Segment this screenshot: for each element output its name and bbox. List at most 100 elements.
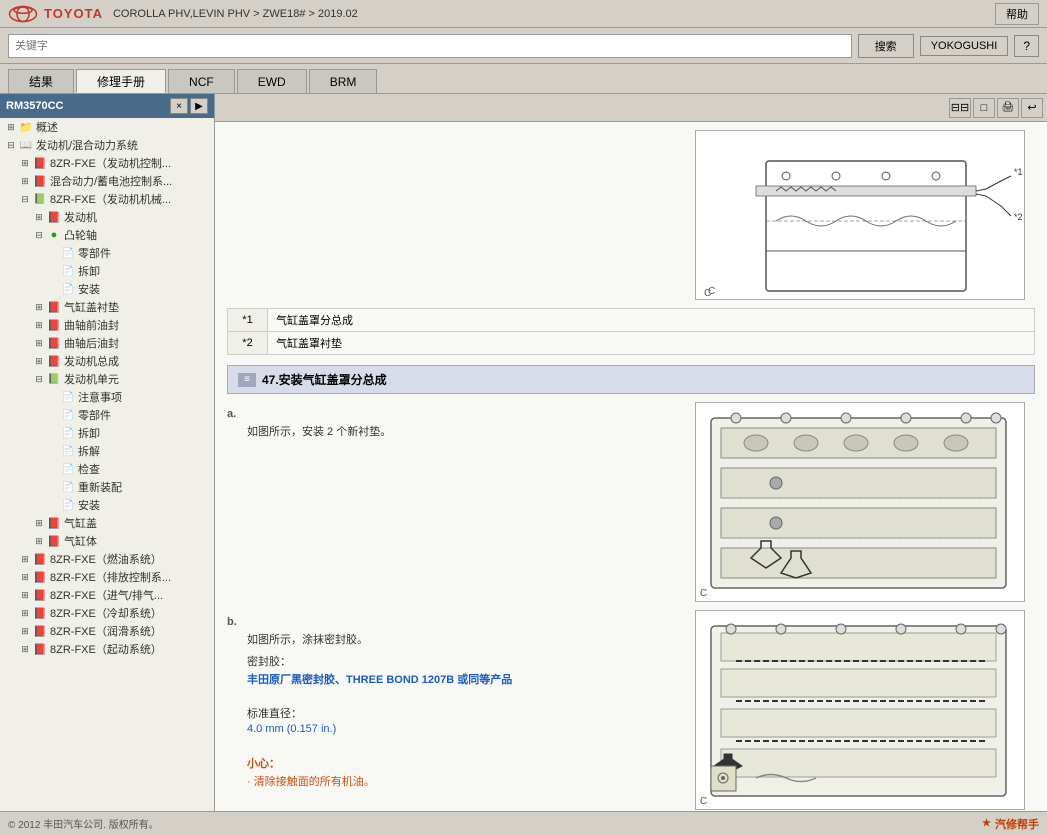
expand-icon: ⊞	[18, 642, 32, 656]
tree-label: 拆解	[78, 443, 100, 459]
tree-label: 8ZR-FXE（润滑系统）	[50, 623, 162, 639]
red-book-icon: 📕	[32, 642, 48, 656]
tree-item-reassemble[interactable]: 📄 重新装配	[0, 478, 214, 496]
tree-label: 气缸盖	[64, 515, 97, 531]
tree-item-engine-system[interactable]: ⊟ 📖 发动机/混合动力系统	[0, 136, 214, 154]
footer-logo: ★	[982, 818, 991, 829]
step-a-text: a. 如图所示，安装 2 个新衬垫。	[227, 402, 685, 602]
tree-item-starting[interactable]: ⊞ 📕 8ZR-FXE（起动系统）	[0, 640, 214, 658]
search-input[interactable]	[8, 34, 852, 58]
tree-item-cooling[interactable]: ⊞ 📕 8ZR-FXE（冷却系统）	[0, 604, 214, 622]
toyota-logo: TOYOTA	[8, 4, 103, 24]
tree-label: 发动机/混合动力系统	[36, 137, 138, 153]
section-icon: ≡	[238, 373, 256, 387]
doc-icon: 📄	[60, 282, 76, 296]
tree-item-front-seal[interactable]: ⊞ 📕 曲轴前油封	[0, 316, 214, 334]
tree-item-installation[interactable]: 📄 安装	[0, 280, 214, 298]
diagram-c2-label: C	[700, 588, 707, 599]
caution-text: · 清除接触面的所有机油。	[247, 773, 685, 789]
cross-section-diagram: *1 *2	[695, 130, 1025, 300]
doc-icon: 📄	[60, 462, 76, 476]
tree-item-fuel[interactable]: ⊞ 📕 8ZR-FXE（燃油系统）	[0, 550, 214, 568]
tree-item-engine[interactable]: ⊞ 📕 发动机	[0, 208, 214, 226]
single-view-button[interactable]: □	[973, 98, 995, 118]
doc-icon: 📄	[60, 408, 76, 422]
expand-icon	[46, 498, 60, 512]
content-scroll[interactable]: *1 *2	[215, 122, 1047, 811]
tab-results[interactable]: 结果	[8, 69, 74, 93]
red-book-icon: 📕	[32, 552, 48, 566]
expand-icon: ⊟	[4, 138, 18, 152]
tab-ncf[interactable]: NCF	[168, 69, 235, 93]
tree-item-hybrid-battery[interactable]: ⊞ 📕 混合动力/蓄电池控制系...	[0, 172, 214, 190]
question-button[interactable]: ?	[1014, 35, 1039, 57]
tree-item-removal[interactable]: 📄 拆卸	[0, 424, 214, 442]
tree-item-inspect[interactable]: 📄 检查	[0, 460, 214, 478]
sealant-value: 丰田原厂黑密封胶、THREE BOND 1207B 或同等产品	[247, 671, 685, 687]
expand-icon: ⊞	[32, 354, 46, 368]
tree-label: 零部件	[78, 407, 111, 423]
tree-label: 凸轮轴	[64, 227, 97, 243]
expand-icon: ⊞	[32, 336, 46, 350]
expand-icon	[46, 390, 60, 404]
sidebar-close-button[interactable]: ×	[170, 98, 188, 114]
book-icon: 📗	[46, 372, 62, 386]
tree-item-parts2[interactable]: 📄 零部件	[0, 406, 214, 424]
tree-item-cylinder-head[interactable]: ⊞ 📕 气缸盖	[0, 514, 214, 532]
tree-item-intake[interactable]: ⊞ 📕 8ZR-FXE（进气/排气...	[0, 586, 214, 604]
yokogushi-button[interactable]: YOKOGUSHI	[920, 36, 1009, 56]
expand-icon	[46, 282, 60, 296]
back-button[interactable]: ↩	[1021, 98, 1043, 118]
tree-item-notes[interactable]: 📄 注意事项	[0, 388, 214, 406]
tree-item-cylinder-block[interactable]: ⊞ 📕 气缸体	[0, 532, 214, 550]
red-book-icon: 📕	[46, 210, 62, 224]
tree-label: 概述	[36, 119, 58, 135]
sidebar-expand-button[interactable]: ▶	[190, 98, 208, 114]
red-book-icon: 📕	[32, 624, 48, 638]
expand-icon: ⊞	[18, 156, 32, 170]
step-a-block: a. 如图所示，安装 2 个新衬垫。	[227, 402, 1035, 602]
expand-icon	[46, 462, 60, 476]
expand-icon: ⊞	[32, 516, 46, 530]
tree-item-parts[interactable]: 📄 零部件	[0, 244, 214, 262]
tree-item-engine-unit[interactable]: ⊟ 📗 发动机单元	[0, 370, 214, 388]
tree-item-8zr-mechanical[interactable]: ⊟ 📗 8ZR-FXE（发动机机械...	[0, 190, 214, 208]
tree-item-overview[interactable]: ⊞ 📁 概述	[0, 118, 214, 136]
tree-item-head-gasket[interactable]: ⊞ 📕 气缸盖衬垫	[0, 298, 214, 316]
tree-item-dismantle[interactable]: 📄 拆解	[0, 442, 214, 460]
expand-icon: ⊞	[32, 300, 46, 314]
help-button[interactable]: 帮助	[995, 3, 1039, 25]
tree-item-engine-assy[interactable]: ⊞ 📕 发动机总成	[0, 352, 214, 370]
expand-icon	[46, 408, 60, 422]
tree-item-lubrication[interactable]: ⊞ 📕 8ZR-FXE（润滑系统）	[0, 622, 214, 640]
sidebar-title: RM3570CC	[6, 100, 63, 112]
tree-item-8zr-control[interactable]: ⊞ 📕 8ZR-FXE（发动机控制...	[0, 154, 214, 172]
search-button[interactable]: 搜索	[858, 34, 914, 58]
tree-item-camshaft[interactable]: ⊟ ● 凸轮轴	[0, 226, 214, 244]
expand-icon: ⊞	[18, 174, 32, 188]
book-icon: 📗	[32, 192, 48, 206]
tree-item-disassembly[interactable]: 📄 拆卸	[0, 262, 214, 280]
doc-icon: 📄	[60, 426, 76, 440]
content-area: ⊟⊟ □ 🖨 ↩	[215, 94, 1047, 811]
expand-icon: ⊟	[18, 192, 32, 206]
tab-repair[interactable]: 修理手册	[76, 69, 166, 93]
top-bar: TOYOTA COROLLA PHV,LEVIN PHV > ZWE18# > …	[0, 0, 1047, 28]
tree-item-install2[interactable]: 📄 安装	[0, 496, 214, 514]
tab-brm[interactable]: BRM	[309, 69, 378, 93]
tile-view-button[interactable]: ⊟⊟	[949, 98, 971, 118]
print-button[interactable]: 🖨	[997, 98, 1019, 118]
tree-item-rear-seal[interactable]: ⊞ 📕 曲轴后油封	[0, 334, 214, 352]
tab-ewd[interactable]: EWD	[237, 69, 307, 93]
ref-desc: 气缸盖罩分总成	[268, 309, 1035, 332]
step-a-instruction: 如图所示，安装 2 个新衬垫。	[247, 423, 685, 439]
tree-label: 8ZR-FXE（燃油系统）	[50, 551, 162, 567]
tree-label: 拆卸	[78, 263, 100, 279]
sealant-label: 密封胶：	[247, 653, 685, 669]
tree-item-emission[interactable]: ⊞ 📕 8ZR-FXE（排放控制系...	[0, 568, 214, 586]
tree-label: 安装	[78, 281, 100, 297]
tree-label: 气缸体	[64, 533, 97, 549]
step-b-label: b.	[227, 616, 685, 628]
tree-label: 8ZR-FXE（冷却系统）	[50, 605, 162, 621]
tree-label: 8ZR-FXE（发动机机械...	[50, 191, 171, 207]
